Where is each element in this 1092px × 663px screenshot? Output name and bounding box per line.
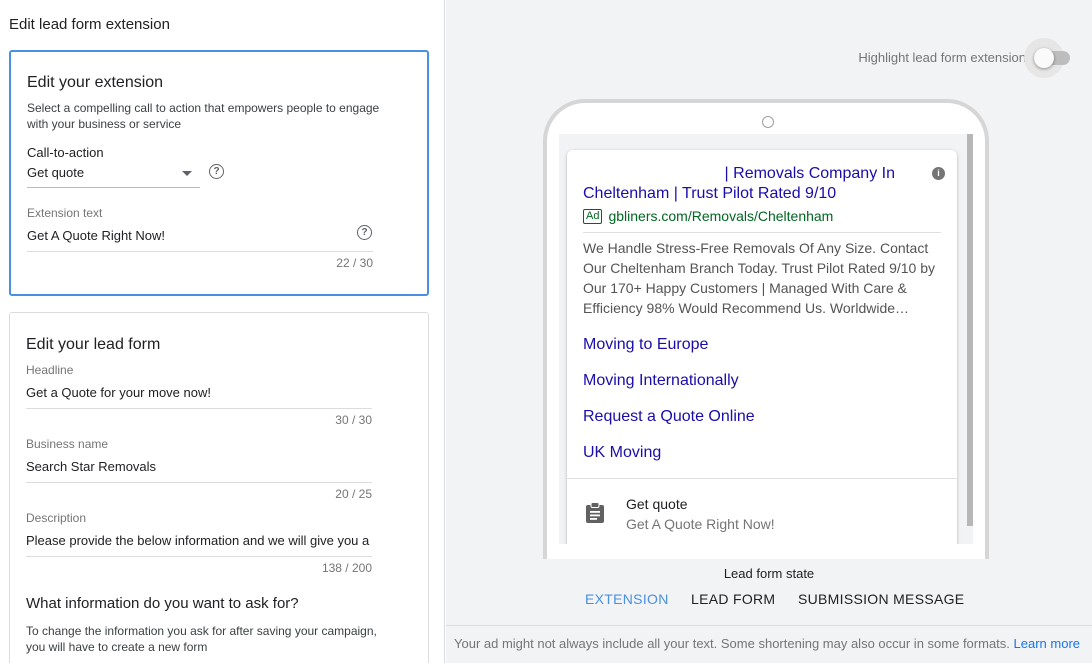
extension-text-underline bbox=[27, 251, 373, 252]
ad-headline[interactable]: | Removals Company In Cheltenham | Trust… bbox=[583, 164, 913, 204]
ad-headline-line2: Cheltenham | Trust Pilot Rated 9/10 bbox=[583, 185, 837, 202]
camera-icon bbox=[762, 116, 774, 128]
left-panel: Edit lead form extension Edit your exten… bbox=[0, 0, 445, 663]
chevron-down-icon bbox=[182, 171, 192, 176]
help-icon[interactable]: ? bbox=[357, 225, 372, 240]
ad-url-row: Ad gbliners.com/Removals/Cheltenham bbox=[583, 208, 833, 224]
lead-form-state-label: Lead form state bbox=[723, 566, 815, 581]
phone-frame: | Removals Company In Cheltenham | Trust… bbox=[543, 99, 989, 559]
extension-card-title: Edit your extension bbox=[27, 74, 164, 91]
cta-underline bbox=[27, 187, 200, 188]
phone-screen: | Removals Company In Cheltenham | Trust… bbox=[559, 134, 973, 544]
business-name-underline bbox=[26, 482, 372, 483]
sitelink[interactable]: UK Moving bbox=[583, 444, 661, 462]
headline-label: Headline bbox=[26, 363, 74, 377]
cta-select-value: Get quote bbox=[27, 165, 85, 180]
headline-counter: 30 / 30 bbox=[335, 413, 372, 427]
description-label: Description bbox=[26, 511, 87, 525]
ad-badge: Ad bbox=[583, 208, 603, 224]
extension-hint: Select a compelling call to action that … bbox=[27, 101, 380, 131]
tab-submission-message[interactable]: SUBMISSION MESSAGE bbox=[798, 591, 964, 607]
sitelink[interactable]: Moving to Europe bbox=[583, 336, 708, 354]
toggle-thumb bbox=[1034, 48, 1054, 68]
extension-text-input[interactable]: Get A Quote Right Now! bbox=[27, 228, 347, 243]
business-name-counter: 20 / 25 bbox=[335, 487, 372, 501]
description-input[interactable]: Please provide the below information and… bbox=[26, 533, 372, 548]
headline-input[interactable]: Get a Quote for your move now! bbox=[26, 385, 372, 400]
ask-info-title: What information do you want to ask for? bbox=[26, 595, 299, 612]
sitelink[interactable]: Request a Quote Online bbox=[583, 408, 755, 426]
extension-card: Edit your extension Select a compelling … bbox=[9, 50, 429, 296]
highlight-toggle-label: Highlight lead form extension bbox=[858, 50, 1026, 65]
learn-more-link[interactable]: Learn more bbox=[1014, 636, 1080, 651]
business-name-input[interactable]: Search Star Removals bbox=[26, 459, 372, 474]
lead-form-cta[interactable]: Get quote bbox=[626, 496, 688, 512]
footer-note: Your ad might not always include all you… bbox=[454, 636, 1080, 651]
help-icon[interactable]: ? bbox=[209, 164, 224, 179]
sitelink[interactable]: Moving Internationally bbox=[583, 372, 739, 390]
headline-underline bbox=[26, 408, 372, 409]
cta-select[interactable]: Get quote bbox=[27, 162, 200, 188]
lead-form-text: Get A Quote Right Now! bbox=[626, 516, 775, 532]
lead-form-card-title: Edit your lead form bbox=[26, 336, 161, 353]
page-title: Edit lead form extension bbox=[9, 16, 170, 33]
tab-extension[interactable]: EXTENSION bbox=[585, 591, 669, 607]
lead-form-divider bbox=[567, 478, 957, 479]
clipboard-icon bbox=[586, 502, 604, 523]
tab-lead-form[interactable]: LEAD FORM bbox=[691, 591, 775, 607]
extension-text-counter: 22 / 30 bbox=[336, 256, 373, 270]
cta-label: Call-to-action bbox=[27, 145, 104, 160]
extension-text-label: Extension text bbox=[27, 206, 103, 220]
business-name-label: Business name bbox=[26, 437, 109, 451]
preview-footer: Your ad might not always include all you… bbox=[446, 625, 1092, 663]
description-counter: 138 / 200 bbox=[321, 561, 372, 575]
info-icon[interactable]: i bbox=[932, 167, 945, 180]
ad-description: We Handle Stress-Free Removals Of Any Si… bbox=[583, 240, 936, 316]
footer-note-text: Your ad might not always include all you… bbox=[454, 636, 1010, 651]
ask-info-hint: To change the information you ask for af… bbox=[26, 624, 377, 654]
preview-scrollbar[interactable] bbox=[967, 134, 973, 526]
preview-panel: Highlight lead form extension | Removals… bbox=[446, 0, 1092, 663]
description-underline bbox=[26, 556, 372, 557]
ad-divider bbox=[583, 232, 941, 233]
ad-display-url: gbliners.com/Removals/Cheltenham bbox=[608, 208, 834, 224]
ad-headline-line1: | Removals Company In bbox=[724, 165, 895, 182]
lead-form-card: Edit your lead form Headline Get a Quote… bbox=[9, 312, 429, 663]
ad-preview-card: | Removals Company In Cheltenham | Trust… bbox=[567, 150, 957, 544]
